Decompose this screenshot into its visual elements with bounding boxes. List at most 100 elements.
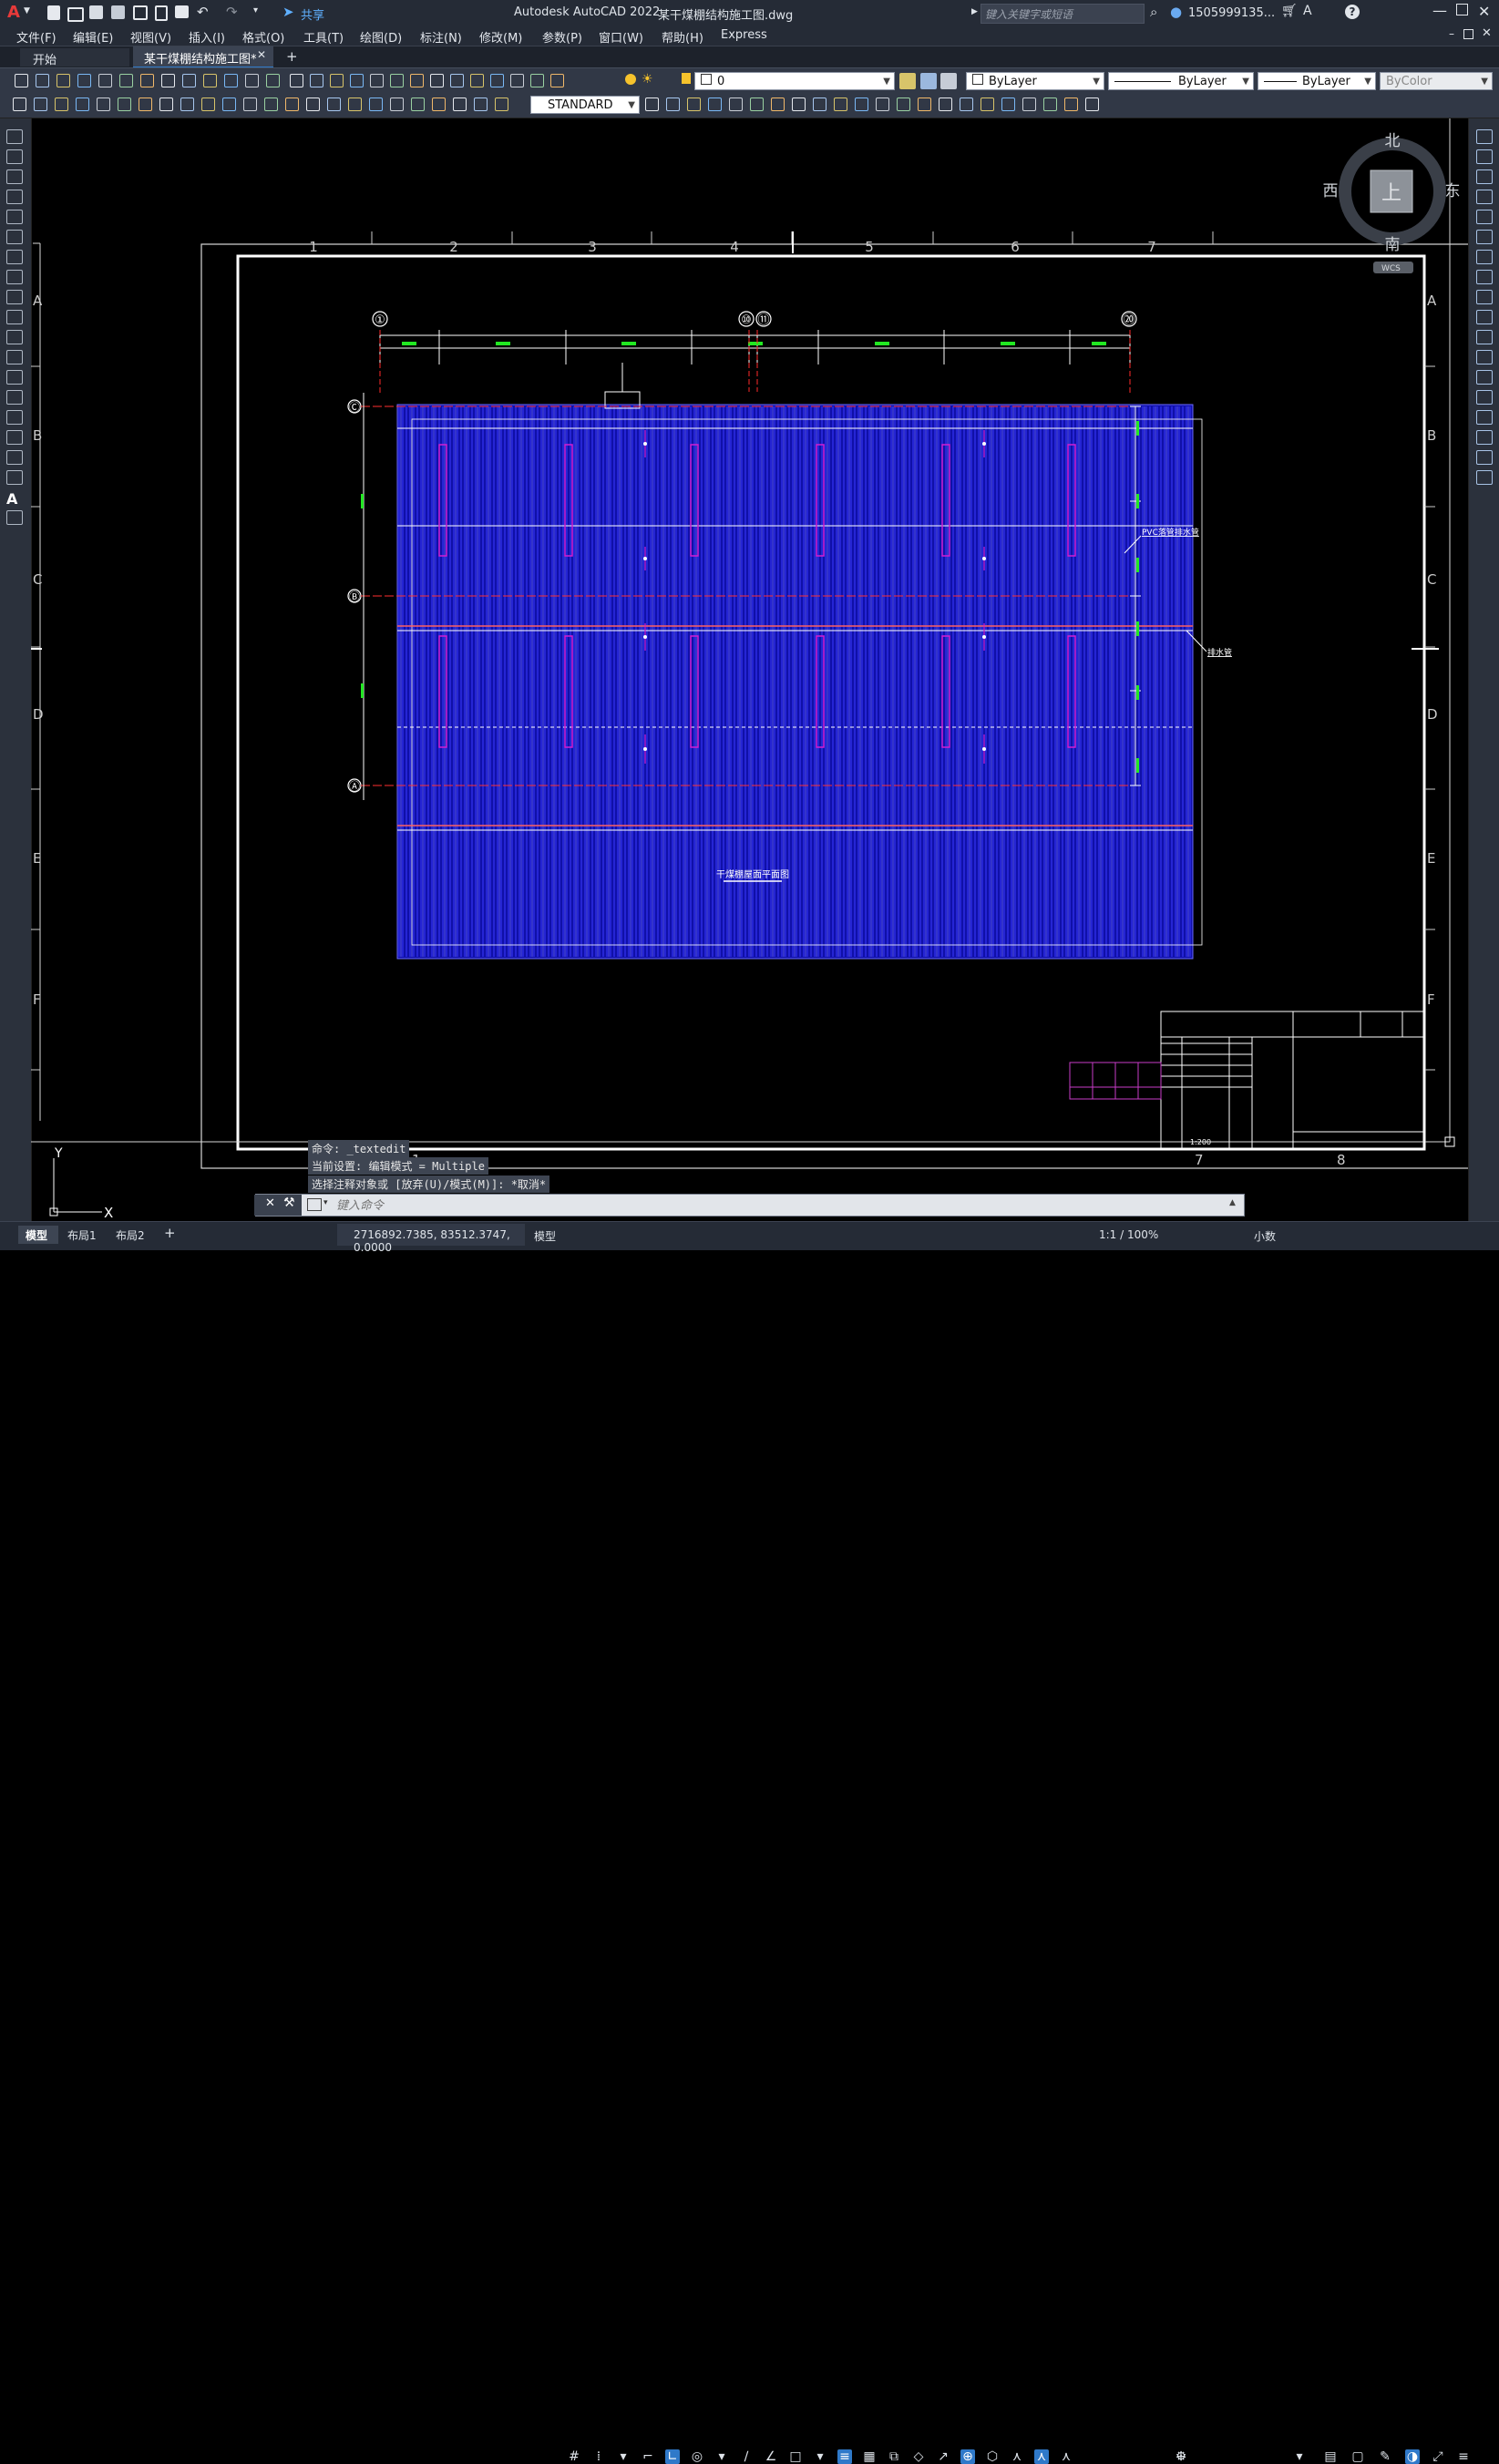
insert-block-icon[interactable] xyxy=(6,350,23,364)
properties-icon[interactable] xyxy=(390,74,404,87)
toolbar-tool-icon[interactable] xyxy=(1064,98,1078,111)
plotstyle-dropdown[interactable]: ByColor ▼ xyxy=(1380,72,1493,90)
stretch-icon[interactable] xyxy=(1476,290,1493,304)
dynamic-ucs-icon[interactable]: ↗ xyxy=(936,2449,950,2464)
tab-close-icon[interactable]: ✕ xyxy=(257,48,266,61)
viewcube[interactable]: 上 北 南 西 东 WCS xyxy=(1323,132,1461,273)
publish-icon[interactable] xyxy=(155,5,168,21)
toolbar-tool-icon[interactable] xyxy=(348,98,362,111)
hardware-accel-icon[interactable]: ◑ xyxy=(1405,2449,1420,2464)
toolbar-tool-icon[interactable] xyxy=(453,98,467,111)
command-customize-icon[interactable]: ⚒ xyxy=(283,1196,295,1210)
quick-properties-icon[interactable]: ▤ xyxy=(1323,2449,1338,2464)
polygon-icon[interactable] xyxy=(6,190,23,204)
toolbar-tool-icon[interactable] xyxy=(792,98,806,111)
open-folder-icon[interactable] xyxy=(67,7,84,22)
toolbar-tool-icon[interactable] xyxy=(474,98,488,111)
linetype-dropdown[interactable]: ByLayer ▼ xyxy=(1108,72,1254,90)
break-point-icon[interactable] xyxy=(1476,350,1493,364)
drawing-canvas[interactable]: 1 2 3 4 5 6 7 A A B B C C D D E E F F ① ⑩ ⑪ ⑳ Ⓒ Ⓑ Ⓐ PVC落管排水管 排水管… xyxy=(31,118,1468,1221)
toolbar-tool-icon[interactable] xyxy=(327,98,341,111)
table-icon[interactable] xyxy=(6,470,23,485)
command-close-icon[interactable]: ✕ xyxy=(265,1196,275,1210)
infer-icon[interactable]: ⌐ xyxy=(641,2449,655,2464)
toolbar-tool-icon[interactable] xyxy=(834,98,847,111)
print-icon[interactable] xyxy=(77,74,91,87)
color-dropdown[interactable]: ByLayer ▼ xyxy=(966,72,1104,90)
layer-previous-icon[interactable] xyxy=(920,73,937,89)
help-icon[interactable]: ? xyxy=(1345,5,1360,19)
osnap-track-icon[interactable]: ∠ xyxy=(764,2449,778,2464)
share-button[interactable]: 共享 xyxy=(301,5,324,23)
menu-window[interactable]: 窗口(W) xyxy=(599,28,643,46)
layer-lock-icon[interactable] xyxy=(682,73,691,84)
menu-dimension[interactable]: 标注(N) xyxy=(420,28,462,46)
toolbar-tool-icon[interactable] xyxy=(897,98,910,111)
spline-icon[interactable] xyxy=(6,290,23,304)
fillet-icon[interactable] xyxy=(1476,430,1493,445)
tab-start[interactable]: 开始 xyxy=(20,48,129,67)
layer-dropdown[interactable]: 0 ▼ xyxy=(694,72,895,90)
command-history-toggle-icon[interactable]: ▲ xyxy=(1229,1198,1236,1207)
command-bar-handle[interactable]: ✕ ⚒ xyxy=(254,1195,302,1216)
toolbar-tool-icon[interactable] xyxy=(139,98,152,111)
layout-tab-2[interactable]: 布局2 xyxy=(116,1227,145,1243)
menu-format[interactable]: 格式(O) xyxy=(242,28,284,46)
toolbar-tool-icon[interactable] xyxy=(34,98,47,111)
save-icon[interactable] xyxy=(56,74,70,87)
transparency-icon[interactable]: ▦ xyxy=(862,2449,877,2464)
toolbar-tool-icon[interactable] xyxy=(411,98,425,111)
app-menu-chevron-icon[interactable]: ▼ xyxy=(24,6,30,15)
toolbar-tool-icon[interactable] xyxy=(13,98,26,111)
toolbar-tool-icon[interactable] xyxy=(918,98,931,111)
print-icon[interactable] xyxy=(175,5,189,18)
undo-icon[interactable] xyxy=(266,74,280,87)
viewcube-east[interactable]: 东 xyxy=(1445,182,1461,200)
layer-iso-icon[interactable] xyxy=(940,73,957,89)
menu-view[interactable]: 视图(V) xyxy=(130,28,171,46)
layer-sun-icon[interactable]: ☀ xyxy=(642,72,653,87)
add-layout-icon[interactable]: + xyxy=(164,1225,176,1241)
auto-scale-icon[interactable]: ⋏ xyxy=(1034,2449,1049,2464)
toolbar-tool-icon[interactable] xyxy=(201,98,215,111)
doc-close-icon[interactable]: ✕ xyxy=(1482,26,1492,40)
command-prompt-icon[interactable] xyxy=(307,1198,322,1211)
clean-screen-icon[interactable]: ⤢ xyxy=(1431,2449,1445,2464)
units-chevron-icon[interactable]: ▾ xyxy=(1292,2449,1307,2464)
toolbar-tool-icon[interactable] xyxy=(306,98,320,111)
toolbar-tool-icon[interactable] xyxy=(729,98,743,111)
help-icon[interactable] xyxy=(510,74,524,87)
viewcube-north[interactable]: 北 xyxy=(1385,132,1401,150)
toolbar-tool-icon[interactable] xyxy=(981,98,994,111)
toolbar-tool-icon[interactable] xyxy=(495,98,508,111)
pan-icon[interactable] xyxy=(310,74,323,87)
user-name[interactable]: 1505999135... xyxy=(1188,6,1275,20)
doc-minimize-icon[interactable]: – xyxy=(1449,27,1454,40)
search-input[interactable]: 键入关键字或短语 xyxy=(981,4,1145,24)
isolate-objects-icon[interactable]: ✎ xyxy=(1378,2449,1392,2464)
markup-icon[interactable] xyxy=(470,74,484,87)
arc-icon[interactable] xyxy=(6,230,23,244)
toolbar-tool-icon[interactable] xyxy=(687,98,701,111)
redo-icon[interactable]: ↷ xyxy=(226,4,238,20)
ellipse-icon[interactable] xyxy=(6,310,23,324)
offset-icon[interactable] xyxy=(1476,190,1493,204)
circle-icon[interactable] xyxy=(6,250,23,264)
extend-icon[interactable] xyxy=(1476,330,1493,344)
isodraft-icon[interactable]: ∕ xyxy=(739,2449,754,2464)
menu-tools[interactable]: 工具(T) xyxy=(303,28,344,46)
menu-express[interactable]: Express xyxy=(721,28,767,42)
chamfer-icon[interactable] xyxy=(1476,410,1493,425)
polar-icon[interactable]: ◎ xyxy=(690,2449,704,2464)
gradient-icon[interactable] xyxy=(6,430,23,445)
new-tab-icon[interactable]: + xyxy=(286,48,298,65)
customize-chevron-icon[interactable]: ▾ xyxy=(253,5,258,15)
search-icon[interactable]: ⌕ xyxy=(1150,4,1157,20)
zoom-window-icon[interactable] xyxy=(350,74,364,87)
grid-icon[interactable]: # xyxy=(567,2449,581,2464)
cart-icon[interactable]: 🛒︎ xyxy=(1281,4,1298,18)
mtext-icon[interactable]: A xyxy=(6,490,23,508)
viewcube-south[interactable]: 南 xyxy=(1385,236,1401,254)
tab-active-drawing[interactable]: 某干煤棚结构施工图* ✕ xyxy=(133,46,273,68)
region-icon[interactable] xyxy=(6,450,23,465)
